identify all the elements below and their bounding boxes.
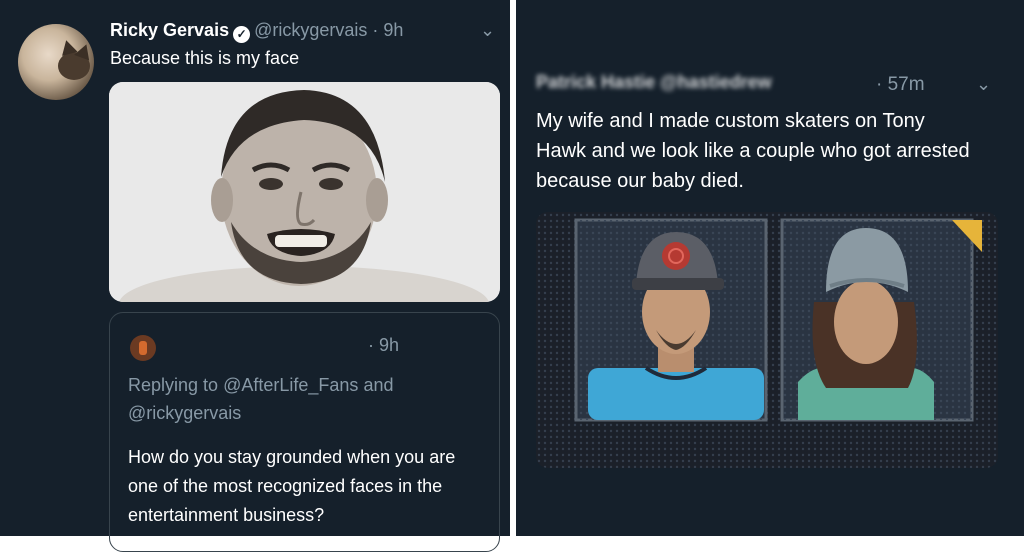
timestamp[interactable]: · 57m — [876, 74, 925, 96]
face-photo-illustration — [109, 82, 500, 302]
replying-to-line: Replying to @AfterLife_Fans and @rickyge… — [128, 371, 488, 427]
display-name[interactable]: Ricky Gervais — [110, 20, 229, 40]
reply-avatar[interactable] — [130, 335, 156, 361]
reply-text: How do you stay grounded when you are on… — [128, 447, 456, 525]
reply-timestamp[interactable]: · 9h — [368, 335, 399, 356]
tweet-text: Because this is my face — [110, 48, 300, 68]
obscured-display-name[interactable]: Patrick Hastie @hastiedrew — [536, 72, 772, 93]
verified-badge-icon: ✓ — [233, 26, 251, 43]
replying-and: and — [363, 375, 394, 395]
tweet-photo[interactable] — [536, 212, 998, 468]
skaters-illustration — [536, 212, 998, 468]
profile-avatar[interactable] — [18, 24, 94, 100]
tweet-text: My wife and I made custom skaters on Ton… — [536, 110, 970, 192]
timestamp[interactable]: · 9h — [372, 20, 403, 40]
chevron-down-icon[interactable]: ⌄ — [976, 74, 991, 95]
quoted-reply-card[interactable]: · 9h Replying to @AfterLife_Fans and @ri… — [109, 312, 500, 552]
handle[interactable]: @rickygervais — [254, 20, 367, 40]
chevron-down-icon[interactable]: ⌄ — [480, 20, 495, 41]
mention-link[interactable]: @rickygervais — [128, 403, 241, 423]
tweet-header: Ricky Gervais ✓ @rickygervais · 9h — [110, 20, 403, 43]
mention-link[interactable]: @AfterLife_Fans — [223, 375, 358, 395]
replying-prefix: Replying to — [128, 375, 219, 395]
tweet-photo[interactable] — [109, 82, 500, 302]
